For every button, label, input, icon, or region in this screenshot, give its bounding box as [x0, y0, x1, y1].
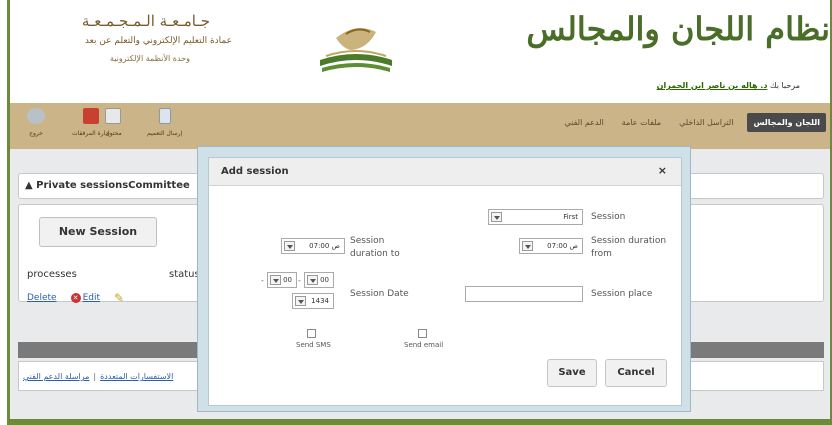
send-email-checkbox[interactable]: [418, 329, 427, 338]
edit-action[interactable]: ✕ Edit: [70, 293, 100, 303]
modal-title: Add session: [221, 166, 289, 177]
duration-to-value: 07:00 ص: [309, 242, 340, 250]
system-title: نظام اللجان والمجالس: [526, 10, 830, 48]
toolbar-content-label: محتوى: [105, 130, 122, 137]
column-header-status: status: [169, 269, 200, 280]
collapse-arrow-icon[interactable]: ▲: [25, 180, 36, 191]
date-year-select[interactable]: 1434: [292, 293, 334, 309]
modal-body: Add session × First Session 07:00 ص Sess…: [208, 157, 682, 406]
date-day-value: 00: [283, 276, 292, 284]
date-month-value: 00: [320, 276, 329, 284]
send-email-label: Send email: [404, 341, 444, 349]
date-separator: -: [298, 276, 301, 285]
chevron-down-icon: [284, 241, 295, 251]
edit-link[interactable]: Edit: [83, 293, 100, 303]
session-place-label: Session place: [591, 289, 653, 299]
duration-to-select[interactable]: 07:00 ص: [281, 238, 345, 254]
session-select[interactable]: First: [488, 209, 583, 225]
exit-icon: [27, 108, 45, 124]
toolbar-exit-label: خروج: [29, 130, 43, 137]
date-year-value: 1434: [311, 297, 329, 305]
pencil-icon[interactable]: ✎: [114, 291, 124, 305]
document-icon: [158, 108, 171, 124]
date-day-select[interactable]: 00: [267, 272, 297, 288]
toolbar-circular[interactable]: إرسال التعميم: [147, 108, 182, 137]
attachments-icon: [82, 108, 99, 124]
app-frame: جـامـعـة الـمـجـمـعـة عمادة التعليم الإل…: [7, 0, 832, 425]
book-logo-icon: [320, 28, 392, 72]
site-header: جـامـعـة الـمـجـمـعـة عمادة التعليم الإل…: [10, 0, 830, 103]
modal-header: Add session ×: [209, 158, 681, 186]
close-icon[interactable]: ×: [658, 164, 667, 177]
duration-from-value: 07:00 ص: [547, 242, 578, 250]
user-name-link[interactable]: د. هاله بن ناصر ابن الحمران: [657, 81, 768, 90]
chevron-down-icon: [295, 296, 306, 306]
send-sms-label: Send SMS: [296, 341, 331, 349]
toolbar-content[interactable]: محتوى: [105, 108, 122, 137]
duration-from-label: Session duration from: [591, 236, 667, 259]
welcome-prefix: مرحبا بك: [769, 81, 800, 90]
duration-to-label: Session duration to: [350, 236, 400, 259]
tab-support[interactable]: الدعم الفني: [561, 114, 608, 131]
delete-link[interactable]: Delete: [27, 293, 57, 303]
date-month-select[interactable]: 00: [304, 272, 334, 288]
chevron-down-icon: [270, 275, 281, 285]
send-sms-checkbox[interactable]: [307, 329, 316, 338]
footer-link-support[interactable]: مراسلة الدعم الفني: [23, 372, 89, 381]
deanship-name: عمادة التعليم الإلكتروني والتعلم عن بعد: [84, 36, 232, 46]
main-nav: اللجان والمجالس التراسل الداخلي ملفات عا…: [561, 113, 826, 132]
chevron-down-icon: [522, 241, 533, 251]
footer-separator: |: [93, 372, 97, 381]
chevron-down-icon: [491, 212, 502, 222]
save-button[interactable]: Save: [547, 359, 597, 387]
add-session-modal: Add session × First Session 07:00 ص Sess…: [197, 146, 691, 412]
date-separator: -: [261, 276, 264, 285]
unit-name: وحدة الأنظمة الإلكترونية: [109, 54, 190, 63]
welcome-text: مرحبا بك د. هاله بن ناصر ابن الحمران: [657, 81, 800, 90]
page-title: ▲ Private sessionsCommittee: [25, 180, 190, 191]
cancel-button[interactable]: Cancel: [605, 359, 667, 387]
footer-links: الاستفسارات المتعددة| مراسلة الدعم الفني: [23, 372, 173, 381]
row-actions: Delete ✕ Edit ✎: [27, 291, 124, 305]
tab-internal-messaging[interactable]: التراسل الداخلي: [675, 114, 737, 131]
tab-public-files[interactable]: ملفات عامة: [618, 114, 665, 131]
toolbar-attachments-label: إدارة المرفقات: [72, 130, 110, 137]
tab-committees[interactable]: اللجان والمجالس: [747, 113, 826, 132]
edit-x-icon: ✕: [70, 293, 81, 303]
chevron-down-icon: [307, 275, 318, 285]
session-place-input[interactable]: [465, 286, 583, 302]
toolbar-exit[interactable]: خروج: [27, 108, 45, 137]
footer-link-faq[interactable]: الاستفسارات المتعددة: [100, 372, 173, 381]
session-date-label: Session Date: [350, 289, 409, 299]
session-select-value: First: [563, 213, 578, 221]
university-name: جـامـعـة الـمـجـمـعـة: [81, 12, 210, 30]
new-session-button[interactable]: New Session: [39, 217, 157, 247]
page-title-text: Private sessionsCommittee: [36, 180, 190, 191]
toolbar-circular-label: إرسال التعميم: [147, 130, 183, 137]
column-header-processes: processes: [27, 269, 77, 280]
text-icon: [105, 108, 122, 124]
session-label: Session: [591, 212, 626, 222]
toolbar-attachments[interactable]: إدارة المرفقات: [72, 108, 110, 137]
duration-from-select[interactable]: 07:00 ص: [519, 238, 583, 254]
